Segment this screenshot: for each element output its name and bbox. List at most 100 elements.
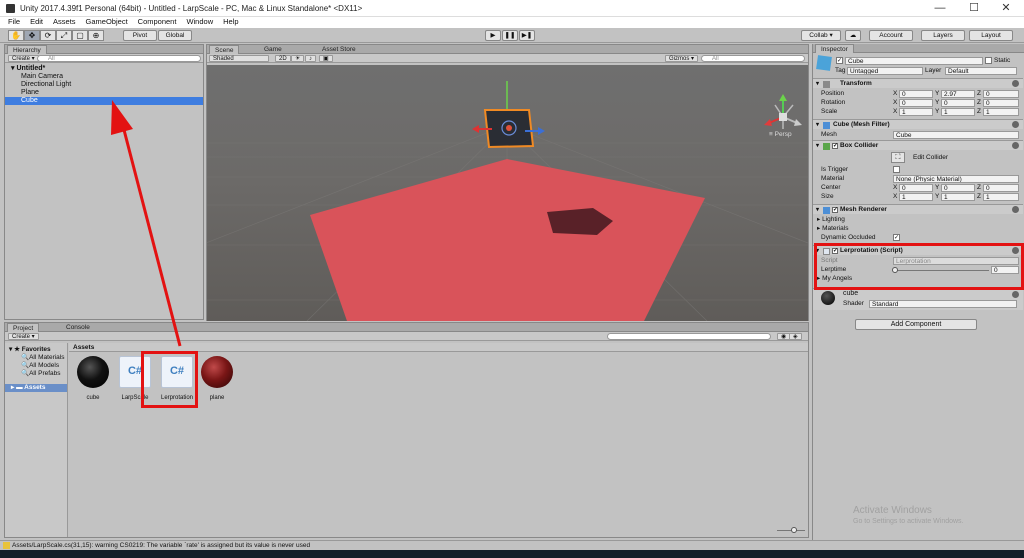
menu-file[interactable]: File [8, 17, 20, 27]
cloud-icon[interactable]: ☁ [845, 30, 861, 41]
mesh-filter-settings-icon[interactable] [1012, 121, 1019, 128]
shading-dropdown[interactable]: Shaded [209, 55, 269, 62]
center-y-field[interactable]: 0 [941, 184, 975, 192]
play-button[interactable]: ▶ [485, 30, 501, 41]
transform-settings-icon[interactable] [1012, 80, 1019, 87]
mesh-renderer-header[interactable]: ▾ ✓ Mesh Renderer [813, 204, 1023, 214]
account-dropdown[interactable]: Account [869, 30, 913, 41]
position-x-field[interactable]: 0 [899, 90, 933, 98]
pause-button[interactable]: ❚❚ [502, 30, 518, 41]
layout-dropdown[interactable]: Layout [969, 30, 1013, 41]
hierarchy-item[interactable]: Directional Light [5, 81, 203, 89]
menu-component[interactable]: Component [138, 17, 177, 27]
layer-dropdown[interactable]: Default [945, 67, 1017, 75]
tab-game[interactable]: Game [259, 45, 287, 54]
lighting-toggle-icon[interactable]: ☀ [291, 55, 305, 62]
center-z-field[interactable]: 0 [983, 184, 1019, 192]
hand-tool-icon[interactable]: ✋ [8, 30, 24, 41]
minimize-button[interactable]: — [924, 1, 956, 15]
box-collider-enabled-checkbox[interactable]: ✓ [832, 143, 838, 149]
filter-label-icon[interactable]: ◈ [789, 333, 802, 340]
move-tool-icon[interactable]: ✥ [24, 30, 40, 41]
gizmos-dropdown[interactable]: Gizmos ▾ [665, 55, 699, 62]
2d-toggle[interactable]: 2D [275, 55, 291, 62]
hierarchy-search-input[interactable]: All [37, 55, 201, 62]
hierarchy-item[interactable]: Main Camera [5, 73, 203, 81]
lighting-foldout[interactable]: ▸ Lighting [813, 215, 1023, 224]
position-y-field[interactable]: 2.97 [941, 90, 975, 98]
assets-folder-selected[interactable]: ▸ ▬ Assets [5, 384, 67, 392]
materials-foldout[interactable]: ▸ Materials [813, 224, 1023, 233]
menu-window[interactable]: Window [186, 17, 213, 27]
favorites-item[interactable]: 🔍All Materials [21, 353, 65, 361]
object-name-field[interactable]: Cube [845, 57, 983, 65]
tab-scene[interactable]: Scene [209, 45, 240, 54]
menu-help[interactable]: Help [223, 17, 238, 27]
tab-project[interactable]: Project [7, 323, 40, 332]
box-collider-settings-icon[interactable] [1012, 142, 1019, 149]
size-y-field[interactable]: 1 [941, 193, 975, 201]
transform-tool-icon[interactable]: ⊕ [88, 30, 104, 41]
mesh-renderer-settings-icon[interactable] [1012, 206, 1019, 213]
mesh-filter-header[interactable]: ▾ Cube (Mesh Filter) [813, 119, 1023, 129]
project-search-input[interactable] [607, 333, 771, 340]
dynamic-occluded-checkbox[interactable]: ✓ [893, 234, 900, 241]
add-component-button[interactable]: Add Component [855, 319, 977, 330]
tab-console[interactable]: Console [61, 323, 95, 332]
static-checkbox[interactable] [985, 57, 992, 64]
size-x-field[interactable]: 1 [899, 193, 933, 201]
project-create-button[interactable]: Create ▾ [8, 333, 39, 340]
scene-search-input[interactable]: All [701, 55, 805, 62]
edit-collider-icon[interactable]: ⛶ [891, 152, 905, 163]
rotation-z-field[interactable]: 0 [983, 99, 1019, 107]
rotation-y-field[interactable]: 0 [941, 99, 975, 107]
favorites-header[interactable]: ▾ ★ Favorites [9, 345, 51, 353]
shader-dropdown[interactable]: Standard [869, 300, 1017, 308]
icon-size-slider-knob[interactable] [791, 527, 797, 533]
effects-toggle-icon[interactable]: ▣ [319, 55, 333, 62]
scale-z-field[interactable]: 1 [983, 108, 1019, 116]
menu-gameobject[interactable]: GameObject [86, 17, 128, 27]
collab-dropdown[interactable]: Collab ▾ [801, 30, 841, 41]
box-collider-header[interactable]: ▾ ✓ Box Collider [813, 140, 1023, 150]
tag-dropdown[interactable]: Untagged [847, 67, 923, 75]
rotation-x-field[interactable]: 0 [899, 99, 933, 107]
position-z-field[interactable]: 0 [983, 90, 1019, 98]
step-button[interactable]: ▶❚ [519, 30, 535, 41]
edit-collider-label[interactable]: Edit Collider [913, 154, 948, 161]
favorites-item[interactable]: 🔍All Prefabs [21, 369, 61, 377]
tab-inspector[interactable]: Inspector [815, 44, 854, 53]
menu-assets[interactable]: Assets [53, 17, 76, 27]
size-z-field[interactable]: 1 [983, 193, 1019, 201]
collider-material-field[interactable]: None (Physic Material) [893, 175, 1019, 183]
center-x-field[interactable]: 0 [899, 184, 933, 192]
object-active-checkbox[interactable]: ✓ [836, 57, 843, 64]
audio-toggle-icon[interactable]: ♪ [305, 55, 316, 62]
scene-root[interactable]: ▾ Untitled* [5, 65, 203, 73]
orientation-gizmo[interactable] [764, 94, 802, 129]
favorites-item[interactable]: 🔍All Models [21, 361, 59, 369]
tab-hierarchy[interactable]: Hierarchy [7, 45, 47, 54]
menu-edit[interactable]: Edit [30, 17, 43, 27]
persp-label[interactable]: ≡ Persp [769, 131, 792, 138]
material-settings-icon[interactable] [1012, 291, 1019, 298]
scale-x-field[interactable]: 1 [899, 108, 933, 116]
mesh-renderer-enabled-checkbox[interactable]: ✓ [832, 207, 838, 213]
mesh-field[interactable]: Cube [893, 131, 1019, 139]
transform-header[interactable]: ▾ Transform [813, 78, 1023, 88]
layers-dropdown[interactable]: Layers [921, 30, 965, 41]
scale-y-field[interactable]: 1 [941, 108, 975, 116]
tab-asset-store[interactable]: Asset Store [317, 45, 361, 54]
asset-item[interactable]: cube [73, 356, 113, 402]
hierarchy-item[interactable]: Plane [5, 89, 203, 97]
hierarchy-item-selected[interactable]: Cube [5, 97, 203, 105]
rotate-tool-icon[interactable]: ⟳ [40, 30, 56, 41]
is-trigger-checkbox[interactable] [893, 166, 900, 173]
maximize-button[interactable]: ☐ [958, 1, 990, 15]
global-toggle[interactable]: Global [158, 30, 192, 41]
close-button[interactable]: ✕ [990, 1, 1022, 15]
scene-viewport[interactable]: ≡ Persp [207, 65, 808, 321]
scale-tool-icon[interactable]: ⤢ [56, 30, 72, 41]
hierarchy-create-button[interactable]: Create ▾ [8, 55, 39, 62]
pivot-toggle[interactable]: Pivot [123, 30, 157, 41]
